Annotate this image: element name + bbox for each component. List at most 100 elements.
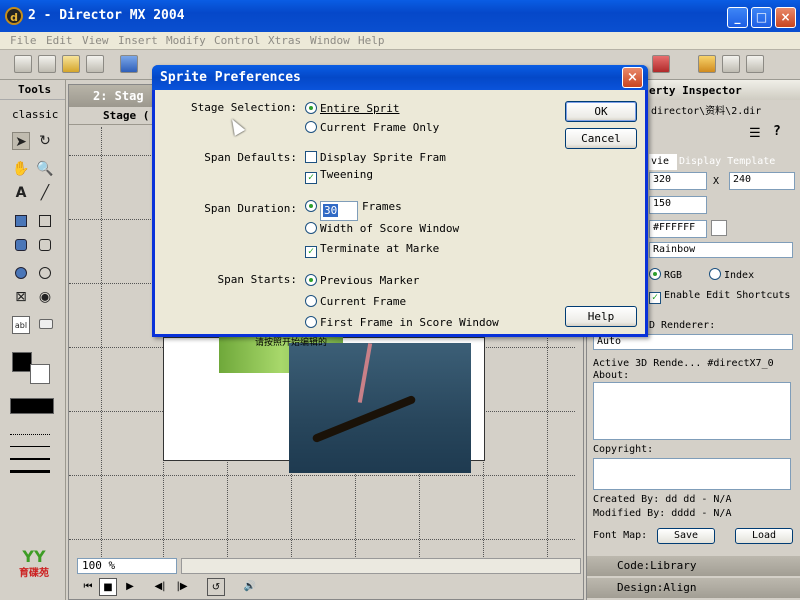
list-view-icon[interactable]: ☰ bbox=[749, 126, 761, 141]
width-of-score-radio[interactable]: Width of Score Window bbox=[305, 222, 459, 235]
line-width-3[interactable] bbox=[10, 470, 50, 473]
code-library-panel[interactable]: Code:Library bbox=[587, 556, 800, 576]
behavior-icon[interactable] bbox=[652, 55, 670, 73]
filled-ellipse-icon[interactable] bbox=[12, 264, 30, 282]
font-map-load-button[interactable]: Load bbox=[735, 528, 793, 544]
save-all-icon[interactable] bbox=[120, 55, 138, 73]
pattern-selector[interactable] bbox=[10, 398, 54, 414]
tools-panel: Tools classic ➤ ↻ ✋ 🔍 A ╱ ⊠ ◉ abl YY 育碟苑 bbox=[0, 80, 66, 600]
minimize-button[interactable]: _ bbox=[727, 7, 748, 28]
copyright-label: Copyright: bbox=[593, 444, 654, 455]
close-button[interactable]: × bbox=[775, 7, 796, 28]
created-by-text: Created By: dd dd - N/A bbox=[593, 494, 732, 505]
palette-select[interactable]: Rainbow bbox=[649, 242, 793, 258]
step-forward-icon[interactable]: |▶ bbox=[173, 578, 191, 596]
stage-color-field[interactable]: #FFFFFF bbox=[649, 220, 707, 238]
rotate-tool-icon[interactable]: ↻ bbox=[36, 132, 54, 150]
flamingo-sprite[interactable] bbox=[289, 343, 471, 473]
first-frame-radio[interactable]: First Frame in Score Window bbox=[305, 316, 499, 329]
foreground-color-swatch[interactable] bbox=[12, 352, 32, 372]
filled-round-rect-icon[interactable] bbox=[12, 236, 30, 254]
frames-radio[interactable]: 30 Frames bbox=[305, 200, 402, 221]
index-radio[interactable]: Index bbox=[709, 268, 754, 281]
new-icon[interactable] bbox=[14, 55, 32, 73]
movie-path: director\资料\2.dir bbox=[651, 106, 762, 117]
terminate-at-markers-checkbox[interactable]: ✓ Terminate at Marke bbox=[305, 242, 439, 258]
director-logo-icon: d bbox=[5, 7, 23, 25]
horizontal-scrollbar[interactable] bbox=[181, 558, 581, 574]
play-icon[interactable]: ▶ bbox=[121, 578, 139, 596]
checkbox-tool-icon[interactable]: ⊠ bbox=[12, 288, 30, 306]
button-tool-icon[interactable] bbox=[36, 316, 54, 334]
menu-edit[interactable]: Edit bbox=[46, 34, 73, 47]
round-rect-icon[interactable] bbox=[36, 236, 54, 254]
filled-rect-tool-icon[interactable] bbox=[12, 212, 30, 230]
window-title: 2 - Director MX 2004 bbox=[28, 8, 185, 23]
inspector-icon[interactable] bbox=[698, 55, 716, 73]
tools-title: Tools bbox=[0, 80, 65, 100]
save-icon[interactable] bbox=[86, 55, 104, 73]
menu-file[interactable]: File bbox=[10, 34, 37, 47]
text-tool-icon[interactable]: A bbox=[12, 184, 30, 202]
tweening-checkbox[interactable]: ✓ Tweening bbox=[305, 168, 373, 184]
loop-icon[interactable]: ↺ bbox=[207, 578, 225, 596]
help-circle-icon[interactable]: ? bbox=[773, 124, 781, 139]
hand-tool-icon[interactable]: ✋ bbox=[12, 160, 30, 178]
line-width-1[interactable] bbox=[10, 446, 50, 447]
tools-mode[interactable]: classic bbox=[12, 108, 58, 121]
line-width-none[interactable] bbox=[10, 434, 50, 435]
tab-display-template[interactable]: Display Template bbox=[679, 156, 775, 167]
current-frame-only-radio[interactable]: Current Frame Only bbox=[305, 121, 439, 134]
font-map-save-button[interactable]: Save bbox=[657, 528, 715, 544]
menu-view[interactable]: View bbox=[82, 34, 109, 47]
modified-by-text: Modified By: dddd - N/A bbox=[593, 508, 732, 519]
zoom-tool-icon[interactable]: 🔍 bbox=[36, 160, 54, 178]
menu-help[interactable]: Help bbox=[358, 34, 385, 47]
stop-icon[interactable]: ■ bbox=[99, 578, 117, 596]
stage-width-field[interactable]: 320 bbox=[649, 172, 707, 190]
previous-marker-radio[interactable]: Previous Marker bbox=[305, 274, 419, 287]
menu-window[interactable]: Window bbox=[310, 34, 350, 47]
entire-sprite-radio[interactable]: Entire Sprit bbox=[305, 102, 399, 115]
frames-input[interactable]: 30 bbox=[320, 201, 358, 221]
about-textarea[interactable] bbox=[593, 382, 791, 440]
rect-tool-icon[interactable] bbox=[36, 212, 54, 230]
menu-modify[interactable]: Modify bbox=[166, 34, 206, 47]
stage-location-field[interactable]: 150 bbox=[649, 196, 707, 214]
display-sprite-frames-checkbox[interactable]: Display Sprite Fram bbox=[305, 151, 446, 164]
enable-edit-shortcuts-checkbox[interactable]: ✓ Enable Edit Shortcuts bbox=[649, 290, 790, 304]
help-icon[interactable] bbox=[746, 55, 764, 73]
design-align-panel[interactable]: Design:Align bbox=[587, 578, 800, 598]
step-back-icon[interactable]: ◀| bbox=[151, 578, 169, 596]
line-tool-icon[interactable]: ╱ bbox=[36, 184, 54, 202]
background-color-swatch[interactable] bbox=[30, 364, 50, 384]
playback-controls: ⏮ ■ ▶ ◀| |▶ ↺ 🔊 bbox=[77, 577, 377, 597]
import-icon[interactable] bbox=[62, 55, 80, 73]
arrow-tool-icon[interactable]: ➤ bbox=[12, 132, 30, 150]
maximize-button[interactable]: □ bbox=[751, 7, 772, 28]
line-width-2[interactable] bbox=[10, 458, 50, 460]
menu-insert[interactable]: Insert bbox=[118, 34, 158, 47]
copyright-textarea[interactable] bbox=[593, 458, 791, 490]
menu-xtras[interactable]: Xtras bbox=[268, 34, 301, 47]
stage-height-select[interactable]: 240 bbox=[729, 172, 795, 190]
ellipse-icon[interactable] bbox=[36, 264, 54, 282]
menu-control[interactable]: Control bbox=[214, 34, 260, 47]
open-icon[interactable] bbox=[38, 55, 56, 73]
ok-button[interactable]: OK bbox=[565, 101, 637, 122]
radio-tool-icon[interactable]: ◉ bbox=[36, 288, 54, 306]
cancel-button[interactable]: Cancel bbox=[565, 128, 637, 149]
current-frame-radio[interactable]: Current Frame bbox=[305, 295, 406, 308]
volume-icon[interactable]: 🔊 bbox=[241, 578, 259, 596]
font-map-label: Font Map: bbox=[593, 530, 648, 541]
dialog-close-button[interactable]: × bbox=[622, 67, 643, 88]
help-button[interactable]: Help bbox=[565, 306, 637, 327]
rewind-icon[interactable]: ⏮ bbox=[79, 578, 97, 596]
message-icon[interactable] bbox=[722, 55, 740, 73]
dialog-title: Sprite Preferences bbox=[152, 65, 648, 90]
tab-movie[interactable]: vie bbox=[649, 154, 677, 170]
zoom-select[interactable]: 100 % bbox=[77, 558, 177, 574]
color-chip[interactable] bbox=[711, 220, 727, 236]
rgb-radio[interactable]: RGB bbox=[649, 268, 682, 281]
field-tool-icon[interactable]: abl bbox=[12, 316, 30, 334]
